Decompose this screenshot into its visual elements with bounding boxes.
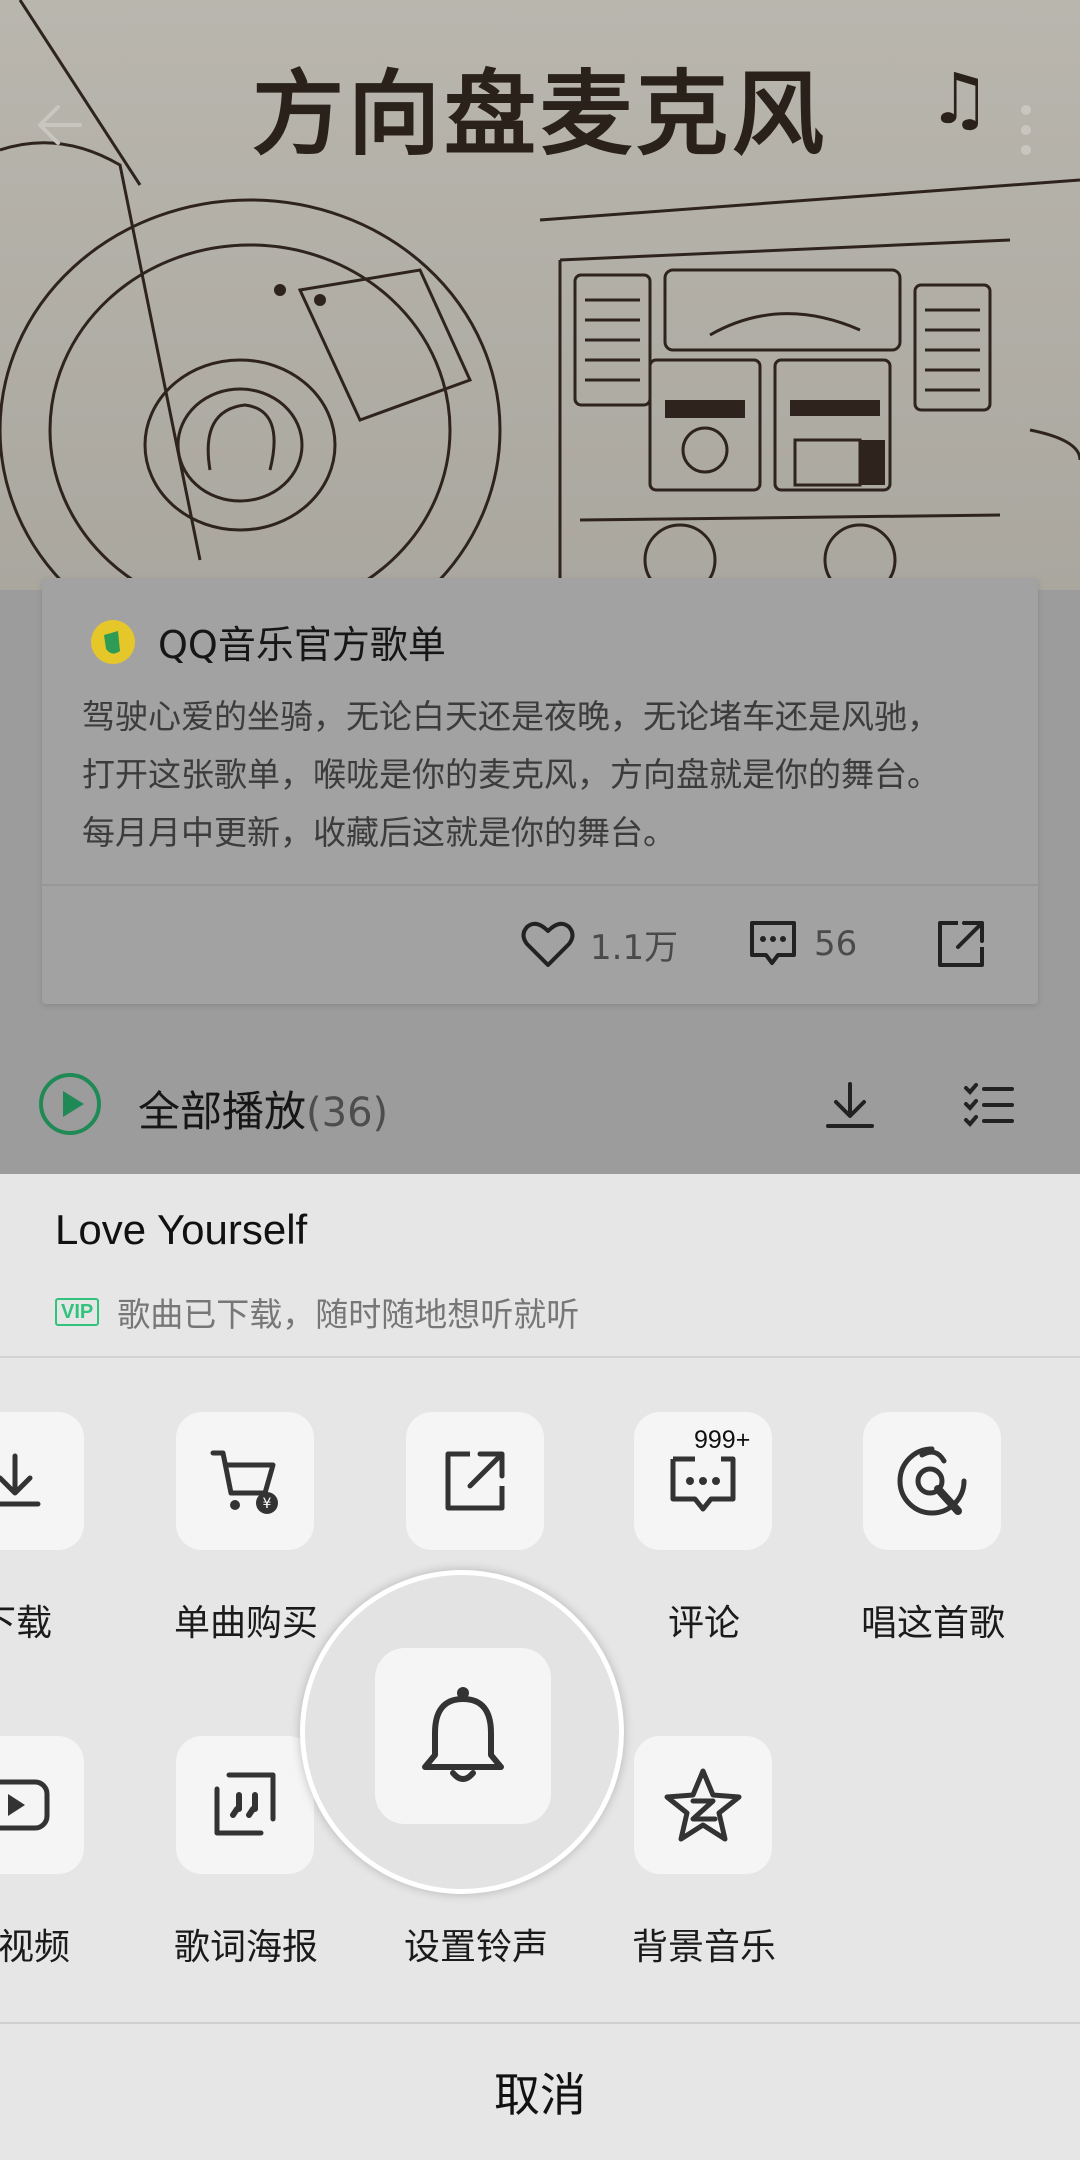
action-tile <box>406 1412 544 1550</box>
action-label: 放视频 <box>0 1927 70 1968</box>
back-arrow-icon[interactable] <box>30 95 90 155</box>
divider <box>0 1356 1080 1358</box>
cover-title: 方向盘麦克风 <box>251 60 828 168</box>
action-label: 背景音乐 <box>631 1927 776 1968</box>
playlist-info-card: QQ音乐官方歌单 驾驶心爱的坐骑，无论白天还是夜晚，无论堵车还是风驰， 打开这张… <box>42 578 1038 1004</box>
karaoke-icon <box>897 1446 967 1516</box>
action-label: 设置铃声 <box>403 1927 548 1968</box>
description-line: 打开这张歌单，喉咙是你的麦克风，方向盘就是你的舞台。 <box>82 755 940 794</box>
qq-music-logo-icon <box>91 619 135 664</box>
action-tile <box>0 1736 84 1874</box>
play-circle-icon[interactable] <box>38 1072 102 1136</box>
set-ringtone-tile[interactable] <box>375 1648 551 1824</box>
touch-focus-magnifier[interactable] <box>300 1570 624 1894</box>
author-row[interactable]: QQ音乐官方歌单 <box>90 614 446 669</box>
action-tile <box>634 1736 772 1874</box>
playlist-description: 驾驶心爱的坐骑，无论白天还是夜晚，无论堵车还是风驰， 打开这张歌单，喉咙是你的麦… <box>82 688 1012 862</box>
video-icon <box>0 1779 50 1831</box>
playlist-cover: 方向盘麦克风 ♫ <box>0 0 1080 590</box>
multi-select-list-icon[interactable] <box>958 1076 1018 1136</box>
bell-icon <box>422 1687 504 1782</box>
description-line: 驾驶心爱的坐骑，无论白天还是夜晚，无论堵车还是风驰， <box>82 697 940 736</box>
vip-badge: VIP <box>55 1298 100 1326</box>
music-note-icon: ♫ <box>928 58 991 140</box>
more-options-icon[interactable] <box>1014 100 1038 160</box>
download-status-text: 歌曲已下载，随时随地想听就听 <box>117 1295 580 1334</box>
play-all-label: 全部播放(36) <box>138 1078 388 1139</box>
action-tile <box>863 1412 1001 1550</box>
play-all-text: 全部播放 <box>138 1087 307 1136</box>
qzone-star-icon <box>664 1768 742 1842</box>
action-tile: 999+ <box>634 1412 772 1550</box>
author-name: QQ音乐官方歌单 <box>158 623 446 667</box>
action-label: 评论 <box>667 1603 740 1644</box>
download-icon <box>0 1453 41 1507</box>
action-label: 下载 <box>0 1603 52 1644</box>
track-count: (36) <box>306 1090 389 1136</box>
action-tile <box>176 1736 314 1874</box>
lyric-poster-icon <box>214 1772 276 1836</box>
like-button[interactable]: 1.1万 <box>520 884 678 1004</box>
heart-icon <box>521 921 575 967</box>
share-icon <box>938 921 984 967</box>
like-count: 1.1万 <box>590 927 679 968</box>
play-all-row[interactable]: 全部播放(36) <box>0 1050 1080 1160</box>
share-icon <box>445 1451 505 1511</box>
svg-text:¥: ¥ <box>263 1496 272 1512</box>
action-label: 唱这首歌 <box>860 1603 1005 1644</box>
action-tile: ¥ <box>176 1412 314 1550</box>
action-label: 歌词海报 <box>173 1927 318 1968</box>
comment-count: 56 <box>814 924 858 964</box>
song-status: VIP 歌曲已下载，随时随地想听就听 <box>55 1288 579 1336</box>
action-tile <box>0 1412 84 1550</box>
comment-count-badge: 999+ <box>694 1426 751 1454</box>
cancel-button[interactable]: 取消 <box>0 2024 1080 2160</box>
description-line: 每月月中更新，收藏后这就是你的舞台。 <box>82 813 676 852</box>
comment-icon <box>750 921 796 965</box>
song-title: Love Yourself <box>55 1206 308 1253</box>
share-button[interactable] <box>934 884 988 1004</box>
screen: 方向盘麦克风 ♫ QQ音乐官方歌单 驾驶心爱的坐骑，无论白天还是夜晚，无论堵车还… <box>0 0 1080 2160</box>
playlist-stats: 1.1万 56 <box>42 884 1038 1004</box>
cart-icon: ¥ <box>210 1450 278 1514</box>
comment-button[interactable]: 56 <box>746 884 857 1004</box>
download-icon[interactable] <box>820 1076 880 1136</box>
